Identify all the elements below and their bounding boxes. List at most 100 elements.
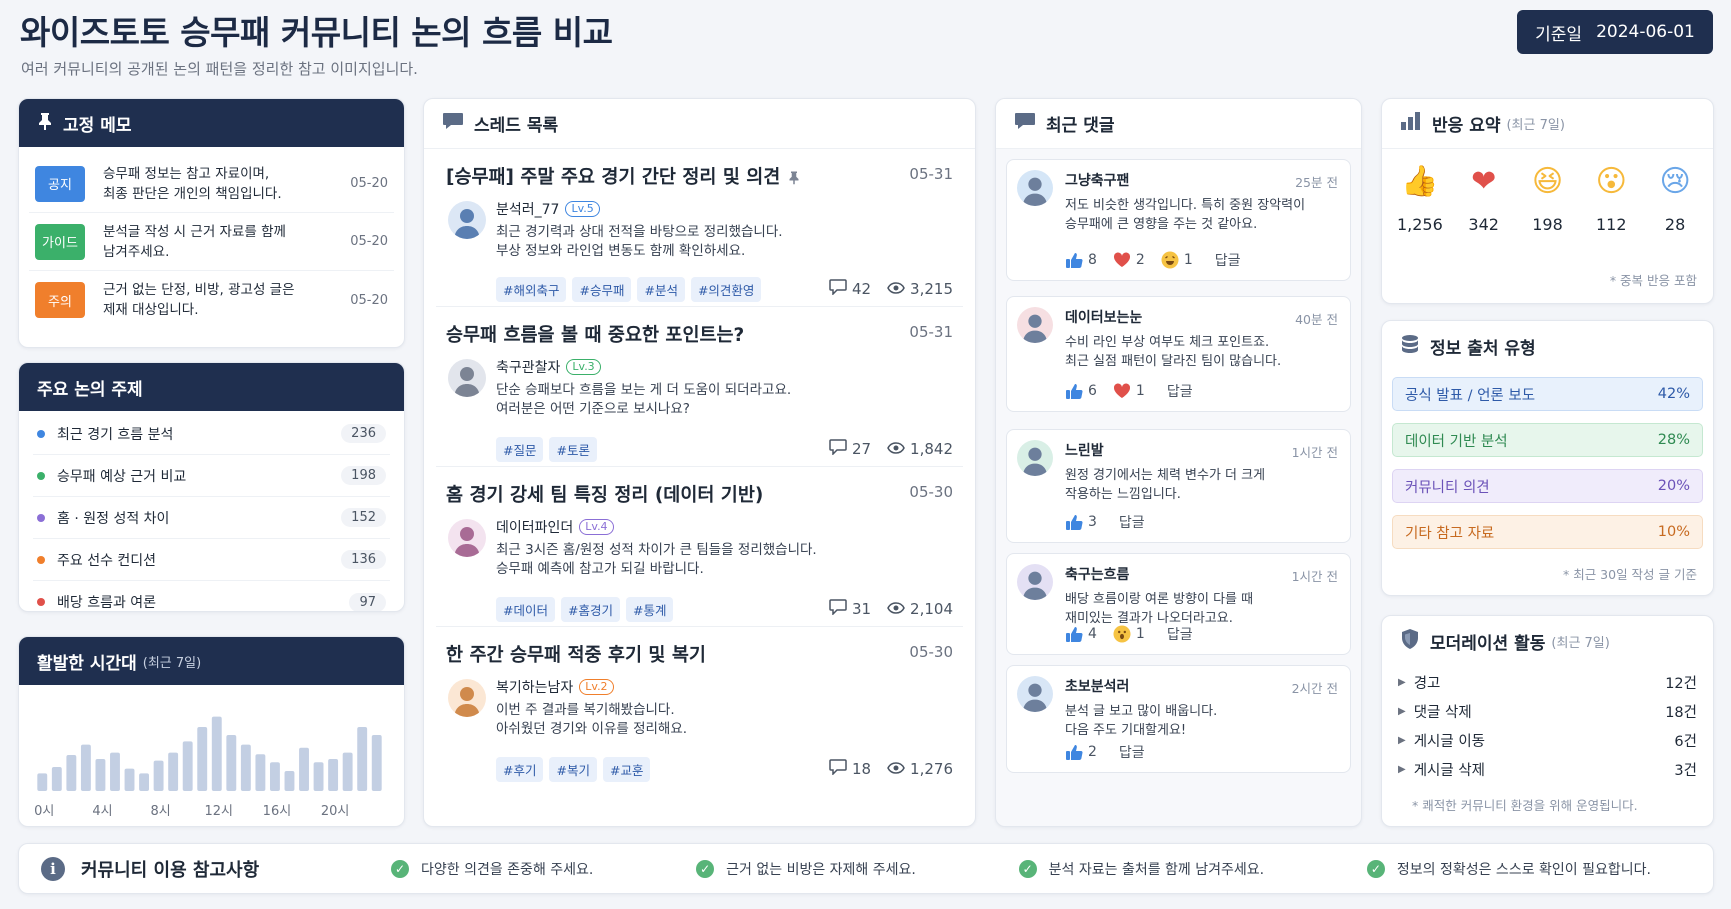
reaction-summary-panel: 반응 요약 (최근 7일) 👍 1,256 ❤ 342 😆 198 😮 112 😢 28 * 중복… [1381, 98, 1714, 304]
topic-item[interactable]: 주요 선수 컨디션 136 [33, 539, 390, 581]
moderation-label: 게시글 이동 [1413, 734, 1486, 750]
thread-date: 05-30 [909, 483, 953, 501]
topics-header: 주요 논의 주제 [19, 363, 404, 411]
thread-item[interactable]: 승무패 흐름을 볼 때 중요한 포인트는? 05-31 축구관찰자 Lv.3 단순 승패… [436, 307, 963, 467]
shield-icon [1400, 628, 1420, 655]
wow-reaction[interactable]: 1 [1113, 625, 1145, 643]
reply-button[interactable]: 답글 [1119, 742, 1145, 762]
comment-item[interactable]: 초보분석러 2시간 전 분석 글 보고 많이 배웁니다. 다음 주도 기대할게요! 2… [1006, 665, 1351, 773]
comment-author[interactable]: 느린발 [1065, 440, 1104, 460]
activity-bar [313, 762, 324, 791]
comment-author[interactable]: 그냥축구팬 [1065, 170, 1129, 190]
laugh-reaction[interactable]: 1 [1161, 251, 1193, 269]
activity-title: 활발한 시간대 [37, 653, 137, 674]
thread-title[interactable]: 홈 경기 강세 팀 특징 정리 (데이터 기반) [446, 481, 763, 507]
activity-axis-label: 4시 [92, 804, 112, 819]
thumbs-up-reaction[interactable]: 3 [1065, 514, 1097, 531]
thread-item[interactable]: 한 주간 승무패 적중 후기 및 복기 05-30 복기하는남자 Lv.2 이번 주 결… [436, 627, 963, 803]
comment-author[interactable]: 초보분석러 [1065, 676, 1129, 696]
check-icon: ✓ [696, 859, 715, 878]
comment-item[interactable]: 그냥축구팬 25분 전 저도 비슷한 생각입니다. 특히 중원 장악력이 승무패에 … [1006, 159, 1351, 281]
moderation-item: ▶ 게시글 이동 6건 [1398, 726, 1697, 755]
thread-title[interactable]: 한 주간 승무패 적중 후기 및 복기 [446, 641, 706, 667]
pinned-memo-item[interactable]: 공지 승무패 정보는 참고 자료이며, 최종 판단은 개인의 책임입니다. 05-2… [29, 155, 394, 213]
activity-bar [110, 752, 120, 791]
hashtag-chip[interactable]: #질문 [496, 437, 544, 462]
pinned-memo-item[interactable]: 주의 근거 없는 단정, 비방, 광고성 글은 제재 대상입니다. 05-20 [29, 271, 394, 329]
thumbs-up-reaction[interactable]: 6 [1065, 383, 1097, 400]
topic-item[interactable]: 최근 경기 흐름 분석 236 [33, 413, 390, 455]
thread-item[interactable]: 홈 경기 강세 팀 특징 정리 (데이터 기반) 05-30 데이터파인더 Lv.4 최… [436, 467, 963, 627]
reply-button[interactable]: 답글 [1167, 381, 1193, 401]
thread-author[interactable]: 분석러_77 Lv.5 [496, 199, 600, 219]
comment-count-value: 42 [851, 280, 872, 298]
comment-reactions: 8 2 1 답글 [1065, 250, 1241, 270]
reaction-value: 198 [1532, 215, 1563, 234]
activity-bar [51, 767, 62, 791]
comment-item[interactable]: 축구는흐름 1시간 전 배당 흐름이랑 여론 방향이 다를 때 재미있는 결과가 나… [1006, 553, 1351, 655]
reply-button[interactable]: 답글 [1119, 512, 1145, 532]
pinned-memo-item[interactable]: 가이드 분석글 작성 시 근거 자료를 함께 남겨주세요. 05-20 [29, 213, 394, 271]
thread-item[interactable]: [승무패] 주말 주요 경기 간단 정리 및 의견 05-31 분석러_77 Lv.5… [436, 149, 963, 307]
activity-bar [211, 716, 222, 791]
memo-text: 분석글 작성 시 근거 자료를 함께 남겨주세요. [103, 223, 286, 260]
hashtag-chip[interactable]: #복기 [549, 757, 597, 782]
activity-bar [182, 741, 193, 791]
view-count: 1,842 [887, 440, 953, 458]
moderation-value: 18건 [1665, 705, 1697, 721]
thumbs-up-reaction[interactable]: 2 [1065, 744, 1097, 761]
topic-count: 136 [341, 550, 386, 569]
thread-date: 05-31 [909, 165, 953, 183]
thumbs-up-icon [1065, 252, 1083, 269]
thumbs-up-count: 6 [1088, 383, 1097, 399]
hashtag-chip[interactable]: #토론 [549, 437, 597, 462]
reply-button[interactable]: 답글 [1167, 624, 1193, 644]
reaction-stat: 😆 198 [1517, 165, 1577, 235]
moderation-label: 댓글 삭제 [1413, 705, 1472, 721]
comment-author[interactable]: 데이터보는눈 [1065, 307, 1142, 327]
comment-item[interactable]: 느린발 1시간 전 원정 경기에서는 체력 변수가 더 크게 작용하는 느낌입니다.… [1006, 429, 1351, 543]
thread-author[interactable]: 데이터파인더 Lv.4 [496, 517, 614, 537]
thread-title[interactable]: [승무패] 주말 주요 경기 간단 정리 및 의견 [446, 163, 800, 190]
hashtag-chip[interactable]: #교훈 [602, 757, 651, 782]
avatar [1017, 676, 1053, 712]
hashtag-chip[interactable]: #분석 [637, 277, 685, 302]
reaction-stat: ❤ 342 [1454, 165, 1514, 235]
thumbs-up-count: 3 [1088, 514, 1097, 530]
hashtag-chip[interactable]: #데이터 [496, 597, 555, 622]
thread-author[interactable]: 복기하는남자 Lv.2 [496, 677, 614, 697]
activity-bar [284, 771, 295, 791]
topic-item[interactable]: 배당 흐름과 여론 97 [33, 581, 390, 611]
heart-count: 2 [1135, 252, 1145, 268]
hashtag-chip[interactable]: #통계 [625, 597, 674, 622]
thumbs-up-count: 4 [1088, 626, 1097, 642]
avatar [1017, 564, 1053, 600]
hashtag-chip[interactable]: #의견환영 [690, 277, 762, 302]
reply-button[interactable]: 답글 [1215, 250, 1241, 270]
topic-count: 236 [341, 424, 386, 443]
source-type-item: 커뮤니티 의견 20% [1392, 469, 1703, 503]
thread-title-text: 승무패 흐름을 볼 때 중요한 포인트는? [446, 325, 745, 346]
topic-item[interactable]: 홈 · 원정 성적 차이 152 [33, 497, 390, 539]
thread-title-text: [승무패] 주말 주요 경기 간단 정리 및 의견 [446, 167, 781, 188]
thread-title[interactable]: 승무패 흐름을 볼 때 중요한 포인트는? [446, 321, 744, 347]
thread-author[interactable]: 축구관찰자 Lv.3 [496, 357, 601, 377]
comment-author[interactable]: 축구는흐름 [1065, 564, 1129, 584]
hashtag-chip[interactable]: #해외축구 [496, 277, 567, 302]
hashtag-chip[interactable]: #승무패 [572, 277, 632, 302]
thumbs-up-reaction[interactable]: 8 [1065, 252, 1097, 269]
topic-item[interactable]: 승무패 예상 근거 비교 198 [33, 455, 390, 497]
hashtag-chip[interactable]: #홈경기 [560, 597, 620, 622]
topic-dot [37, 555, 45, 564]
thread-list-title: 스레드 목록 [474, 116, 559, 136]
hashtag-chip[interactable]: #후기 [496, 757, 544, 782]
wow-count: 1 [1135, 626, 1145, 642]
activity-bar [95, 759, 106, 791]
topic-count: 97 [349, 592, 386, 611]
comment-item[interactable]: 데이터보는눈 40분 전 수비 라인 부상 여부도 체크 포인트죠. 최근 실점 패… [1006, 296, 1351, 412]
heart-reaction[interactable]: 2 [1113, 252, 1145, 268]
thread-title-text: 홈 경기 강세 팀 특징 정리 (데이터 기반) [446, 485, 764, 506]
heart-reaction[interactable]: 1 [1113, 383, 1145, 399]
thumbs-up-reaction[interactable]: 4 [1065, 626, 1097, 643]
thumbs-up-icon [1065, 514, 1083, 531]
